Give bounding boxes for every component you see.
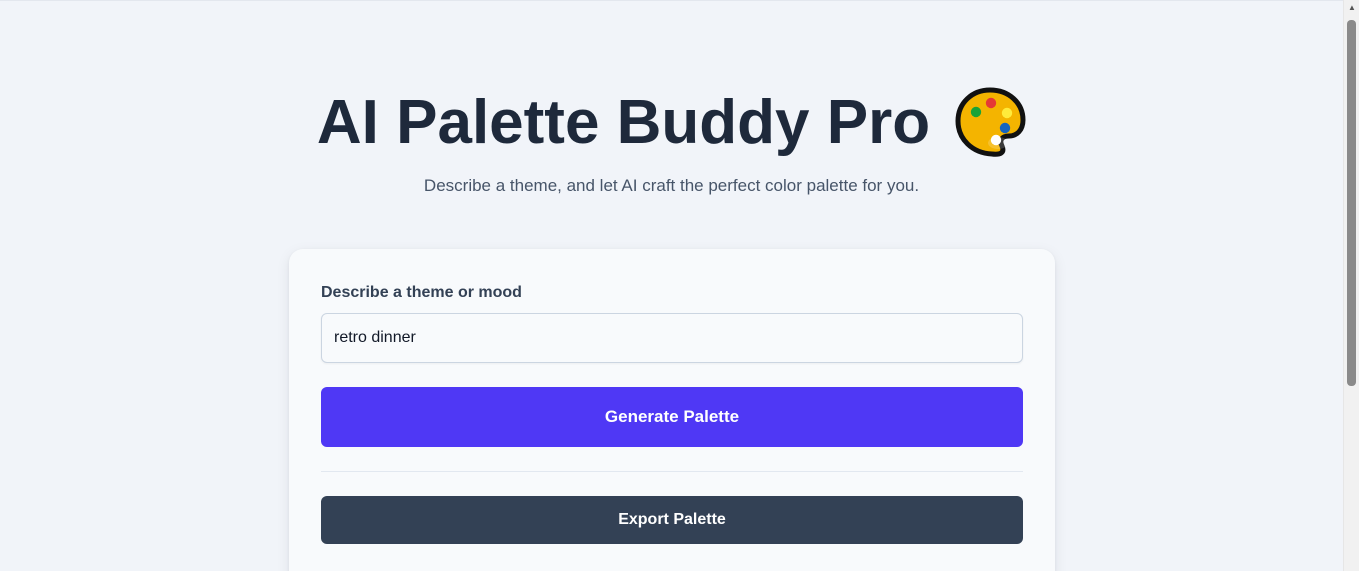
scroll-up-arrow-icon[interactable]: ▲ bbox=[1344, 0, 1359, 16]
artist-palette-icon bbox=[954, 85, 1026, 157]
title-text: AI Palette Buddy Pro bbox=[316, 88, 931, 157]
scrollbar-thumb[interactable] bbox=[1347, 20, 1356, 386]
export-palette-button[interactable]: Export Palette bbox=[321, 496, 1023, 544]
page-subtitle: Describe a theme, and let AI craft the p… bbox=[423, 176, 920, 195]
page-title: AI Palette Buddy Pro bbox=[0, 87, 1343, 159]
generate-palette-button[interactable]: Generate Palette bbox=[321, 387, 1023, 447]
app-page: AI Palette Buddy Pro Describe a theme, a… bbox=[0, 0, 1343, 571]
vertical-scrollbar[interactable]: ▲ bbox=[1343, 0, 1359, 571]
section-divider bbox=[321, 471, 1023, 472]
theme-input[interactable] bbox=[321, 313, 1023, 363]
browser-viewport: AI Palette Buddy Pro Describe a theme, a… bbox=[0, 0, 1359, 571]
palette-form-card: Describe a theme or mood Generate Palett… bbox=[289, 249, 1055, 571]
theme-input-label: Describe a theme or mood bbox=[321, 284, 522, 301]
title-row: AI Palette Buddy Pro bbox=[317, 87, 1026, 159]
